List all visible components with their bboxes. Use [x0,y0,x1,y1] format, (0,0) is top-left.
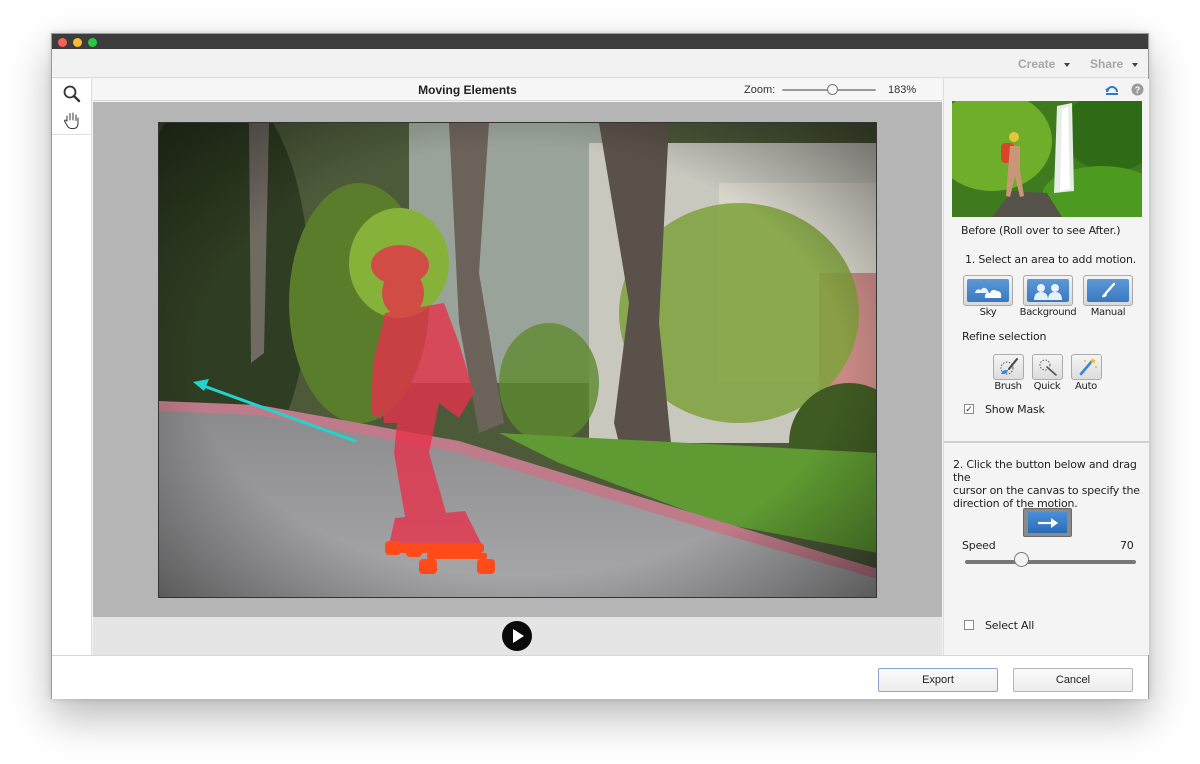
waterfall-hiker-image [952,101,1142,217]
arrow-right-icon [1037,517,1058,528]
step2-line-1: 2. Click the button below and drag the [953,458,1137,484]
cloud-icon [975,287,1002,298]
tools-panel [52,79,92,655]
speed-value: 70 [1120,539,1134,552]
select-all-checkbox[interactable] [964,620,974,630]
reset-icon [1105,86,1118,95]
hand-tool-button[interactable] [60,108,84,132]
zoom-value: 183% [888,84,917,96]
speed-slider-thumb[interactable] [1013,552,1029,567]
zoom-window-button[interactable] [88,38,97,47]
step1-instruction: 1. Select an area to add motion. [965,253,1137,266]
help-button[interactable]: ? [1131,83,1144,101]
before-after-thumbnail[interactable] [952,101,1142,217]
svg-text:?: ? [1135,85,1141,95]
export-button[interactable]: Export [878,668,998,692]
document-header: Moving Elements Zoom: 183% [93,79,942,101]
manual-button[interactable] [1083,275,1133,306]
reset-panel-button[interactable] [1104,83,1120,102]
canvas-photo[interactable] [158,122,877,598]
auto-refine-button[interactable] [1071,354,1102,380]
panel-divider [944,441,1150,443]
dialog-footer: Export Cancel [52,655,1148,699]
zoom-tool-button[interactable] [60,82,84,106]
speed-slider-track[interactable] [965,560,1136,564]
close-window-button[interactable] [58,38,67,47]
zoom-slider-thumb[interactable] [827,84,838,95]
show-mask-checkbox[interactable]: ✓ [964,404,974,414]
show-mask-label: Show Mask [985,403,1045,416]
cancel-button[interactable]: Cancel [1013,668,1133,692]
refine-selection-label: Refine selection [962,330,1047,343]
hand-icon [63,112,79,130]
play-button[interactable] [502,621,532,651]
create-label: Create [1018,57,1056,71]
sky-button[interactable] [963,275,1013,306]
top-menu-bar: Create Share [52,49,1148,78]
quick-refine-button[interactable] [1032,354,1063,380]
selection-brush-icon [1000,358,1018,375]
zoom-label: Zoom: [744,84,776,96]
quick-selection-icon [1039,359,1057,376]
minimize-window-button[interactable] [73,38,82,47]
title-bar [52,34,1148,49]
step2-line-2: cursor on the canvas to specify the [953,484,1140,497]
chevron-down-icon [1064,62,1071,67]
share-label: Share [1090,57,1124,71]
tools-divider [52,134,92,135]
playback-bar [93,617,942,655]
before-caption: Before (Roll over to see After.) [961,224,1121,237]
moving-elements-window: Create Share Moving Elements Zoom: 183% [51,33,1150,699]
share-menu-button[interactable]: Share [1090,57,1139,71]
auto-label: Auto [1074,381,1098,392]
speed-label: Speed [962,539,996,552]
motion-direction-button[interactable] [1023,508,1072,537]
create-menu-button[interactable]: Create [1018,57,1071,71]
canvas-area [93,102,942,617]
magnifier-icon [63,85,81,103]
background-button[interactable] [1023,275,1073,306]
step2-instruction: 2. Click the button below and drag the c… [953,458,1149,510]
brush-refine-button[interactable] [993,354,1024,380]
help-icon: ? [1131,83,1144,96]
people-icon [1034,283,1062,300]
guided-panel: ? Before (Roll over to see After.) 1. Se… [943,79,1150,655]
select-all-label: Select All [985,619,1035,632]
magic-wand-icon [1079,358,1097,376]
skateboarder-photo [159,123,876,597]
brush-icon [1102,282,1116,297]
manual-label: Manual [1090,307,1126,318]
chevron-down-icon [1132,62,1139,67]
